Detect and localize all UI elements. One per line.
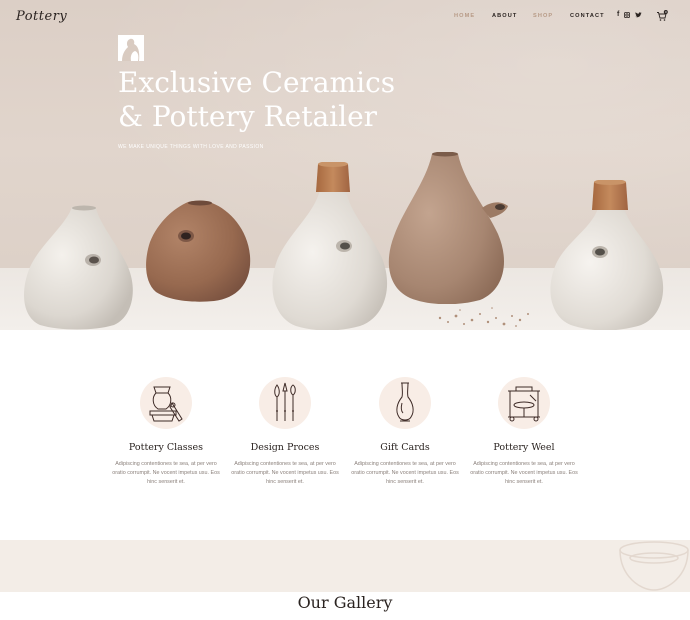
- service-text: Adipiscing contentiones te sea, at per v…: [470, 461, 578, 485]
- nav-about[interactable]: ABOUT: [492, 13, 517, 19]
- service-title: Pottery Weel: [493, 442, 555, 453]
- service-card: Design Proces Adipiscing contentiones te…: [225, 377, 345, 487]
- bowl-illustration: [619, 541, 689, 591]
- service-icon-circle: [259, 377, 311, 429]
- service-card: Pottery Classes Adipiscing contentiones …: [106, 377, 226, 487]
- white-vase-1: [24, 205, 133, 330]
- brown-vase-1: [146, 200, 251, 302]
- hero-title: Exclusive Ceramics & Pottery Retailer: [118, 66, 438, 134]
- service-text: Adipiscing contentiones te sea, at per v…: [351, 461, 459, 485]
- hero-title-line-2: & Pottery Retailer: [118, 100, 378, 133]
- hero-brand-icon: [118, 35, 144, 61]
- service-title: Gift Cards: [380, 442, 430, 453]
- pottery-wheel-icon: [508, 386, 540, 422]
- hero-title-line-1: Exclusive Ceramics: [118, 66, 396, 99]
- twitter-icon[interactable]: [635, 11, 643, 18]
- nav-shop[interactable]: SHOP: [533, 13, 553, 19]
- service-icon-circle: [498, 377, 550, 429]
- cart-icon[interactable]: 0: [656, 10, 668, 22]
- pottery-wheel-hand-icon: [149, 386, 183, 422]
- service-text: Adipiscing contentiones te sea, at per v…: [231, 461, 339, 485]
- service-title: Design Proces: [250, 442, 320, 453]
- services-section: Pottery Classes Adipiscing contentiones …: [0, 330, 690, 540]
- nav-contact[interactable]: CONTACT: [570, 13, 605, 19]
- sculpting-tools-icon: [274, 382, 296, 421]
- instagram-icon[interactable]: [624, 11, 631, 18]
- vase-icon: [396, 382, 414, 422]
- decorative-band: [0, 540, 690, 592]
- site-logo[interactable]: Pottery: [16, 9, 67, 24]
- clay-crumbs: [438, 307, 529, 327]
- hero-subtitle: WE MAKE UNIQUE THINGS WITH LOVE AND PASS…: [118, 144, 264, 150]
- white-vase-cork-2: [550, 180, 664, 330]
- nav-home[interactable]: HOME: [454, 13, 475, 19]
- brown-vase-tall: [388, 152, 508, 304]
- service-title: Pottery Classes: [128, 442, 204, 453]
- hero-section: Pottery HOME ABOUT SHOP CONTACT f 0 Excl…: [0, 0, 690, 330]
- gallery-title: Our Gallery: [297, 593, 393, 612]
- facebook-icon[interactable]: f: [617, 11, 619, 18]
- white-vase-cork: [272, 162, 388, 330]
- service-card: Gift Cards Adipiscing contentiones te se…: [345, 377, 465, 487]
- service-icon-circle: [379, 377, 431, 429]
- service-card: Pottery Weel Adipiscing contentiones te …: [464, 377, 584, 487]
- service-icon-circle: [140, 377, 192, 429]
- service-text: Adipiscing contentiones te sea, at per v…: [112, 461, 220, 485]
- social-links: f: [617, 11, 643, 18]
